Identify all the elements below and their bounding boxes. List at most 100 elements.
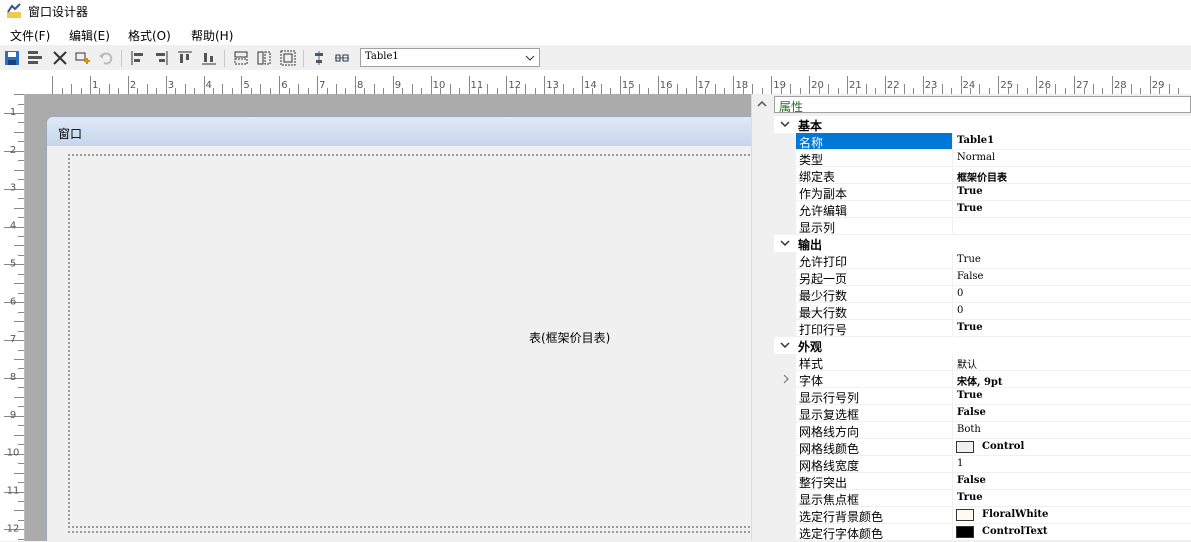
- form-window[interactable]: 窗口 表(框架价目表): [46, 116, 751, 541]
- property-name[interactable]: 网格线颜色: [796, 439, 953, 456]
- property-name[interactable]: 选定行字体颜色: [796, 524, 953, 541]
- property-row[interactable]: 允许打印 True: [774, 252, 1191, 269]
- chevron-down-icon[interactable]: [780, 238, 790, 248]
- property-value[interactable]: Normal: [954, 150, 1191, 167]
- property-row[interactable]: 显示焦点框 True: [774, 490, 1191, 507]
- property-value[interactable]: 宋体, 9pt: [954, 371, 1191, 388]
- property-name[interactable]: 选定行背景颜色: [796, 507, 953, 524]
- chevron-down-icon[interactable]: [780, 340, 790, 350]
- property-row[interactable]: 网格线宽度 1: [774, 456, 1191, 473]
- table-control[interactable]: 表(框架价目表): [68, 154, 751, 528]
- align-left-icon[interactable]: [130, 50, 146, 66]
- menu-edit[interactable]: 编辑(E): [69, 27, 110, 44]
- property-value[interactable]: Both: [954, 422, 1191, 439]
- property-row[interactable]: 类型 Normal: [774, 150, 1191, 167]
- menu-file[interactable]: 文件(F): [10, 27, 50, 44]
- menu-format[interactable]: 格式(O): [128, 27, 171, 44]
- property-row[interactable]: 显示行号列 True: [774, 388, 1191, 405]
- property-row[interactable]: 允许编辑 True: [774, 201, 1191, 218]
- delete-icon[interactable]: [52, 50, 68, 66]
- property-category[interactable]: 基本: [774, 116, 1191, 133]
- property-value[interactable]: Table1: [954, 133, 1191, 150]
- property-row[interactable]: 打印行号 True: [774, 320, 1191, 337]
- property-name[interactable]: 网格线方向: [796, 422, 953, 439]
- property-value[interactable]: False: [954, 473, 1191, 490]
- property-row[interactable]: 整行突出 False: [774, 473, 1191, 490]
- property-row[interactable]: 显示列: [774, 218, 1191, 235]
- design-canvas[interactable]: 窗口 表(框架价目表): [25, 94, 751, 541]
- property-name[interactable]: 另起一页: [796, 269, 953, 286]
- align-right-icon[interactable]: [153, 50, 169, 66]
- property-row[interactable]: 网格线方向 Both: [774, 422, 1191, 439]
- property-name[interactable]: 显示列: [796, 218, 953, 235]
- property-row[interactable]: 样式 默认: [774, 354, 1191, 371]
- center-horizontal-icon[interactable]: [334, 50, 350, 66]
- property-name[interactable]: 样式: [796, 354, 953, 371]
- property-value[interactable]: 默认: [954, 354, 1191, 371]
- property-value[interactable]: True: [954, 320, 1191, 337]
- scroll-up-icon[interactable]: [752, 94, 772, 114]
- property-name[interactable]: 类型: [796, 150, 953, 167]
- property-name[interactable]: 允许打印: [796, 252, 953, 269]
- property-name[interactable]: 打印行号: [796, 320, 953, 337]
- align-bottom-icon[interactable]: [201, 50, 217, 66]
- property-value[interactable]: False: [954, 269, 1191, 286]
- property-row[interactable]: 网格线颜色 Control: [774, 439, 1191, 456]
- property-row[interactable]: 选定行字体颜色 ControlText: [774, 524, 1191, 541]
- same-height-icon[interactable]: [256, 50, 272, 66]
- property-row[interactable]: 名称 Table1: [774, 133, 1191, 150]
- form-title-bar[interactable]: 窗口: [47, 117, 751, 146]
- chevron-right-icon[interactable]: [782, 374, 790, 384]
- chevron-down-icon[interactable]: [780, 119, 790, 129]
- property-value[interactable]: True: [954, 201, 1191, 218]
- property-name[interactable]: 作为副本: [796, 184, 953, 201]
- property-value[interactable]: FloralWhite: [954, 507, 1191, 524]
- property-value[interactable]: False: [954, 405, 1191, 422]
- add-control-icon[interactable]: [75, 50, 91, 66]
- property-name[interactable]: 显示行号列: [796, 388, 953, 405]
- property-category[interactable]: 外观: [774, 337, 1191, 354]
- property-value[interactable]: 框架价目表: [954, 167, 1191, 184]
- undo-icon[interactable]: [98, 50, 114, 66]
- property-value[interactable]: 0: [954, 286, 1191, 303]
- property-name[interactable]: 绑定表: [796, 167, 953, 184]
- property-value[interactable]: ControlText: [954, 524, 1191, 541]
- menu-help[interactable]: 帮助(H): [191, 27, 233, 44]
- property-name[interactable]: 整行突出: [796, 473, 953, 490]
- property-value[interactable]: 0: [954, 303, 1191, 320]
- canvas-scrollbar[interactable]: [751, 94, 772, 541]
- property-name[interactable]: 显示焦点框: [796, 490, 953, 507]
- property-name[interactable]: 名称: [796, 133, 953, 150]
- same-width-icon[interactable]: [233, 50, 249, 66]
- align-top-icon[interactable]: [177, 50, 193, 66]
- property-value[interactable]: True: [954, 490, 1191, 507]
- property-value[interactable]: [954, 218, 1191, 235]
- property-name[interactable]: 允许编辑: [796, 201, 953, 218]
- property-name[interactable]: 网格线宽度: [796, 456, 953, 473]
- property-value[interactable]: 1: [954, 456, 1191, 473]
- property-value-text: 默认: [957, 360, 977, 371]
- property-name[interactable]: 最少行数: [796, 286, 953, 303]
- property-name[interactable]: 显示复选框: [796, 405, 953, 422]
- property-row[interactable]: 另起一页 False: [774, 269, 1191, 286]
- property-value[interactable]: True: [954, 252, 1191, 269]
- property-row[interactable]: 绑定表 框架价目表: [774, 167, 1191, 184]
- control-placeholder[interactable]: [68, 531, 751, 541]
- property-value[interactable]: True: [954, 184, 1191, 201]
- property-row[interactable]: 最大行数 0: [774, 303, 1191, 320]
- property-category[interactable]: 输出: [774, 235, 1191, 252]
- save-icon[interactable]: [4, 50, 20, 66]
- property-row[interactable]: 作为副本 True: [774, 184, 1191, 201]
- property-row[interactable]: 字体 宋体, 9pt: [774, 371, 1191, 388]
- property-row[interactable]: 最少行数 0: [774, 286, 1191, 303]
- property-value[interactable]: Control: [954, 439, 1191, 456]
- center-vertical-icon[interactable]: [311, 50, 327, 66]
- property-row[interactable]: 选定行背景颜色 FloralWhite: [774, 507, 1191, 524]
- save-all-icon[interactable]: [27, 50, 43, 66]
- property-value[interactable]: True: [954, 388, 1191, 405]
- property-name[interactable]: 字体: [796, 371, 953, 388]
- property-row[interactable]: 显示复选框 False: [774, 405, 1191, 422]
- table-select[interactable]: Table1: [360, 48, 540, 67]
- property-name[interactable]: 最大行数: [796, 303, 953, 320]
- same-size-icon[interactable]: [280, 50, 296, 66]
